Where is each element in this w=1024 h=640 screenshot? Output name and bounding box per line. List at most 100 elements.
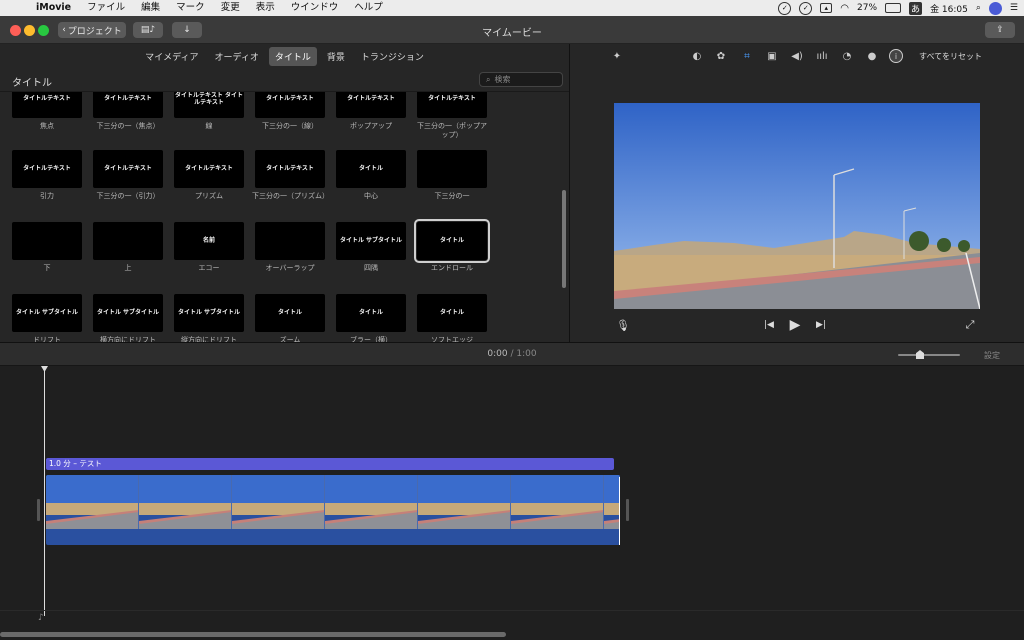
fullscreen-icon[interactable]: ⤢	[963, 318, 977, 332]
tab-audio[interactable]: オーディオ	[208, 47, 264, 66]
wifi-icon[interactable]: ◠	[840, 3, 849, 14]
color-balance-icon[interactable]: ◐	[690, 49, 704, 63]
checkmark-badge-icon[interactable]: ✓	[799, 1, 813, 15]
title-tile[interactable]: 名前 エコー	[174, 222, 244, 273]
title-tile[interactable]: タイトル ズーム	[255, 294, 325, 342]
stabilization-icon[interactable]: ▣	[765, 49, 779, 63]
airplay-icon[interactable]: ▴	[820, 3, 833, 13]
title-tile-caption: 下三分の一	[434, 192, 470, 200]
color-correction-icon[interactable]: ✿	[714, 49, 728, 63]
title-tile-thumbnail: タイトルテキスト	[93, 150, 163, 188]
title-tile-thumbnail: タイトルテキスト タイトルテキスト	[174, 92, 244, 118]
browser-scrollbar[interactable]	[562, 190, 566, 288]
timeline: 1.0 分 – テスト ♪	[0, 366, 1024, 640]
notification-center-icon[interactable]: ☰	[1010, 3, 1018, 13]
title-tile[interactable]: 下	[12, 222, 82, 273]
title-tile-thumbnail: タイトル	[255, 294, 325, 332]
reset-all-button[interactable]: すべてをリセット	[919, 51, 982, 62]
title-tile[interactable]: タイトル ブラー（横）	[336, 294, 406, 342]
window-titlebar: ‹ プロジェクト ▤♪ ↓ マイムービー ⇪	[0, 16, 1024, 44]
equalizer-icon[interactable]: ıılı	[815, 49, 829, 63]
settings-button[interactable]: 設定	[984, 350, 1000, 361]
clip-trim-left-handle[interactable]	[37, 499, 40, 521]
clip-frame-image	[139, 475, 231, 529]
menu-help[interactable]: ヘルプ	[346, 0, 391, 16]
skip-forward-icon[interactable]: ▶|	[814, 318, 828, 332]
skip-back-icon[interactable]: |◀	[762, 318, 776, 332]
title-tile-thumbnail: タイトル	[336, 150, 406, 188]
title-tile-caption: エコー	[198, 264, 220, 272]
title-tile[interactable]: タイトル サブタイトル 四隅	[336, 222, 406, 273]
menu-view[interactable]: 表示	[248, 0, 283, 16]
total-time: 1:00	[516, 349, 537, 359]
input-method-indicator[interactable]: あ	[909, 1, 923, 15]
menu-app-name[interactable]: iMovie	[28, 0, 79, 16]
title-tile[interactable]: タイトルテキスト 焦点	[12, 92, 82, 131]
title-tile[interactable]: タイトルテキスト プリズム	[174, 150, 244, 201]
title-tile[interactable]: タイトル サブタイトル 横方向にドリフト	[93, 294, 163, 342]
title-clip[interactable]: 1.0 分 – テスト	[46, 458, 614, 470]
speed-icon[interactable]: ◔	[840, 49, 854, 63]
clip-frame	[511, 475, 604, 529]
battery-percent[interactable]: 27%	[857, 3, 877, 13]
clip-trim-right-handle[interactable]	[626, 499, 629, 521]
tab-my-media[interactable]: マイメディア	[139, 47, 204, 66]
menu-edit[interactable]: 編集	[133, 0, 168, 16]
playhead[interactable]	[44, 366, 45, 616]
title-tile[interactable]: 下三分の一	[417, 150, 487, 201]
window-title: マイムービー	[482, 28, 542, 39]
battery-icon[interactable]	[885, 3, 902, 13]
title-tile[interactable]: タイトルテキスト 引力	[12, 150, 82, 201]
clip-frame-image	[46, 475, 138, 529]
tab-transitions[interactable]: トランジション	[355, 47, 430, 66]
title-tile[interactable]: タイトルテキスト 下三分の一（焦点）	[93, 92, 163, 131]
timeline-zoom-slider[interactable]	[898, 354, 960, 356]
title-tile-thumbnail: タイトル サブタイトル	[336, 222, 406, 260]
info-icon[interactable]: i	[889, 49, 903, 63]
title-tile[interactable]: タイトル サブタイトル 縦方向にドリフト	[174, 294, 244, 342]
title-tile[interactable]: タイトル 中心	[336, 150, 406, 201]
title-tile[interactable]: タイトル サブタイトル ドリフト	[12, 294, 82, 342]
voiceover-microphone-icon[interactable]: 🎙	[616, 318, 630, 332]
volume-icon[interactable]: ◀)	[790, 49, 804, 63]
spotlight-search-icon[interactable]: ⌕	[976, 3, 981, 13]
clock[interactable]: 金 16:05	[930, 2, 968, 15]
crop-icon[interactable]: ⌗	[740, 49, 754, 63]
checkmark-circle-icon[interactable]: ✓	[778, 1, 792, 15]
title-tile[interactable]: 上	[93, 222, 163, 273]
menu-window[interactable]: ウインドウ	[283, 0, 347, 16]
playhead-handle[interactable]	[41, 366, 48, 372]
title-tile[interactable]: タイトル エンドロール	[414, 219, 490, 273]
clip-frame-image	[511, 475, 603, 529]
menu-modify[interactable]: 変更	[213, 0, 248, 16]
menu-file[interactable]: ファイル	[79, 0, 133, 16]
siri-icon[interactable]	[988, 1, 1002, 15]
title-tile[interactable]: タイトル ソフトエッジ	[417, 294, 487, 342]
video-clip[interactable]	[46, 475, 620, 545]
status-area: ✓ ✓ ▴ ◠ 27% あ 金 16:05 ⌕ ☰	[778, 0, 1018, 16]
title-tile-thumbnail: 名前	[174, 222, 244, 260]
share-button[interactable]: ⇪	[985, 22, 1015, 38]
title-tile-thumbnail: タイトルテキスト	[93, 92, 163, 118]
menubar: iMovie ファイル 編集 マーク 変更 表示 ウインドウ ヘルプ ✓ ✓ ▴…	[0, 0, 1024, 16]
title-tile[interactable]: タイトルテキスト 下三分の一（線）	[255, 92, 325, 131]
title-tile[interactable]: タイトルテキスト 下三分の一（プリズム）	[252, 150, 329, 201]
magic-wand-icon[interactable]: ✦	[610, 49, 624, 63]
tab-titles[interactable]: タイトル	[268, 46, 317, 66]
clip-frame	[139, 475, 232, 529]
timeline-scrollbar[interactable]	[0, 632, 506, 637]
menu-mark[interactable]: マーク	[168, 0, 213, 16]
clip-frame	[232, 475, 325, 529]
title-tile[interactable]: タイトルテキスト 下三分の一（ポップアップ）	[417, 92, 487, 140]
title-tile[interactable]: タイトルテキスト 下三分の一（引力）	[93, 150, 163, 201]
title-tile[interactable]: オーバーラップ	[255, 222, 325, 273]
title-tile-caption: 下	[43, 264, 51, 272]
title-tile-thumbnail: タイトルテキスト	[336, 92, 406, 118]
title-tile[interactable]: タイトルテキスト ポップアップ	[336, 92, 406, 131]
tab-backgrounds[interactable]: 背景	[321, 47, 351, 66]
title-tile[interactable]: タイトルテキスト タイトルテキスト線	[174, 92, 244, 131]
search-field[interactable]: ⌕ 検索	[479, 72, 563, 87]
audio-track	[0, 610, 1024, 630]
filter-icon[interactable]: ●	[865, 49, 879, 63]
play-icon[interactable]: ▶	[787, 316, 803, 334]
